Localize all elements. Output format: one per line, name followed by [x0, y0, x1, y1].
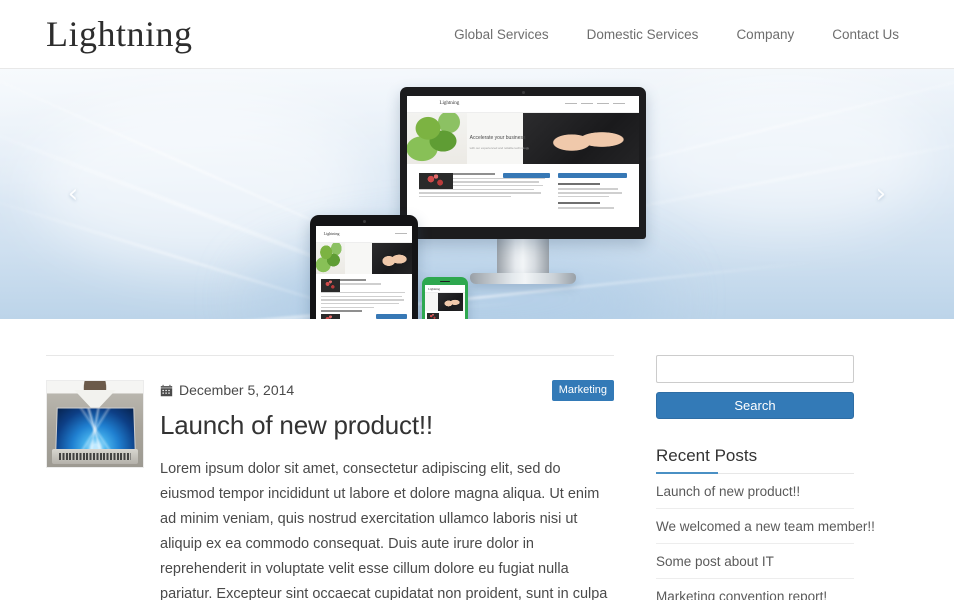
post-title[interactable]: Launch of new product!! — [160, 410, 614, 441]
mockup-nav-item — [597, 102, 610, 105]
hands-on-keyboard-photo — [371, 242, 412, 275]
mockup-topbar: Lightning — [316, 226, 412, 243]
mockup-nav-item — [581, 102, 594, 105]
mockup-text-line — [418, 195, 511, 198]
mockup-hero: Accelerate your business with our experi… — [407, 113, 639, 165]
mockup-search-button — [558, 173, 628, 179]
post-thumbnail[interactable] — [46, 380, 144, 468]
mockup-text-line — [320, 306, 375, 309]
recent-posts-widget: Recent Posts Launch of new product!! We … — [656, 446, 875, 600]
laptop-keyboard — [58, 453, 132, 461]
post-date-text: December 5, 2014 — [179, 382, 295, 398]
mockup-widget-title — [558, 183, 600, 186]
mockup-post-thumb — [320, 278, 340, 292]
mockup-headline: Accelerate your business — [469, 135, 526, 142]
slider-prev-arrow-icon[interactable]: ‹ — [60, 174, 86, 214]
recent-post-item[interactable]: Launch of new product!! — [656, 474, 854, 509]
mockup-nav — [565, 102, 626, 105]
mockup-text-line — [418, 192, 541, 194]
mockup-body — [407, 164, 639, 227]
main-column: December 5, 2014 Marketing Launch of new… — [46, 319, 614, 600]
mockup-widget-item — [558, 195, 610, 198]
search-input[interactable] — [656, 355, 854, 383]
mockup-topbar: Lightning — [425, 285, 465, 293]
post-body: December 5, 2014 Marketing Launch of new… — [160, 379, 614, 600]
nav-item-company[interactable]: Company — [717, 0, 813, 69]
recent-posts-list: Launch of new product!! We welcomed a ne… — [656, 474, 875, 600]
mockup-post-thumb — [320, 314, 340, 319]
tablet-screen: Lightning — [316, 226, 412, 319]
mockup-text-line — [320, 291, 406, 294]
mockup-post-list — [418, 173, 550, 227]
mockup-post-title — [320, 310, 363, 313]
hero-slider[interactable]: Lightning Accelerate your business with … — [0, 69, 954, 319]
mockup-site-logo: Lightning — [323, 230, 340, 236]
mockup-body — [425, 310, 465, 319]
recent-post-item[interactable]: We welcomed a new team member!! — [656, 509, 875, 544]
mockup-post-thumb — [427, 312, 440, 319]
device-mockup-group: Lightning Accelerate your business with … — [310, 87, 660, 319]
mockup-body — [316, 274, 412, 319]
mockup-sidebar — [558, 173, 628, 227]
mockup-topbar: Lightning — [407, 96, 639, 114]
mockup-text-line — [320, 295, 403, 298]
mockup-site-logo: Lightning — [428, 286, 441, 291]
monitor-bezel: Lightning Accelerate your business with … — [400, 87, 646, 239]
nav-item-contact-us[interactable]: Contact Us — [813, 0, 918, 69]
mockup-widget-item — [558, 188, 618, 190]
monitor-screen: Lightning Accelerate your business with … — [407, 96, 639, 227]
main-navigation: Global Services Domestic Services Compan… — [435, 0, 918, 69]
mockup-widget-item — [558, 207, 614, 209]
recent-post-item[interactable]: Some post about IT — [656, 544, 854, 579]
content-area: December 5, 2014 Marketing Launch of new… — [0, 319, 954, 600]
nav-item-domestic-services[interactable]: Domestic Services — [568, 0, 718, 69]
post-excerpt: Lorem ipsum dolor sit amet, consectetur … — [160, 461, 608, 600]
hands-on-keyboard-photo — [523, 113, 639, 165]
recent-posts-title: Recent Posts — [656, 446, 854, 474]
recent-post-item[interactable]: Marketing convention report! — [656, 579, 854, 600]
monitor-stand-foot — [470, 273, 576, 284]
calendar-icon — [160, 384, 173, 397]
mockup-subheadline: with our experienced and reliable techno… — [469, 145, 529, 150]
mockup-widget-item — [558, 192, 622, 194]
screen-burst-graphic — [55, 408, 135, 451]
plant-photo — [316, 242, 345, 275]
plant-photo — [407, 113, 468, 165]
laptop-screen — [54, 407, 136, 452]
site-header: Lightning Global Services Domestic Servi… — [0, 0, 954, 69]
phone-mockup: Lightning — [422, 277, 468, 319]
mockup-site-desktop: Lightning Accelerate your business with … — [407, 96, 639, 227]
hands-on-keyboard-photo — [437, 293, 463, 311]
nav-item-global-services[interactable]: Global Services — [435, 0, 568, 69]
slider-next-arrow-icon[interactable]: › — [868, 174, 894, 214]
mockup-site-tablet: Lightning — [316, 226, 412, 319]
search-button[interactable]: Search — [656, 392, 854, 419]
post-category-badge[interactable]: Marketing — [551, 379, 614, 401]
mockup-site-logo: Lightning — [439, 100, 460, 106]
mockup-site-phone: Lightning — [425, 285, 465, 319]
content-divider — [46, 355, 614, 356]
mockup-text-line — [320, 302, 399, 305]
post-item: December 5, 2014 Marketing Launch of new… — [46, 379, 614, 600]
mockup-post-badge — [502, 173, 550, 179]
desktop-monitor-mockup: Lightning Accelerate your business with … — [400, 87, 646, 284]
mockup-post-badge — [376, 314, 408, 319]
mockup-nav-item — [565, 102, 578, 105]
mockup-nav-item — [395, 232, 408, 235]
search-widget: Search — [656, 355, 854, 419]
post-date: December 5, 2014 — [160, 382, 294, 398]
monitor-stand-neck — [497, 239, 549, 273]
mockup-hero — [316, 242, 412, 275]
sidebar: Search Recent Posts Launch of new produc… — [656, 319, 875, 600]
tablet-mockup: Lightning — [310, 215, 418, 319]
phone-screen: Lightning — [425, 285, 465, 319]
site-logo[interactable]: Lightning — [46, 12, 193, 56]
mockup-hero — [425, 293, 465, 311]
mockup-text-line — [320, 299, 404, 301]
mockup-nav-item — [613, 102, 626, 105]
post-meta: December 5, 2014 Marketing — [160, 379, 614, 401]
mockup-widget-title — [558, 202, 600, 205]
mockup-post-thumb — [418, 173, 453, 190]
